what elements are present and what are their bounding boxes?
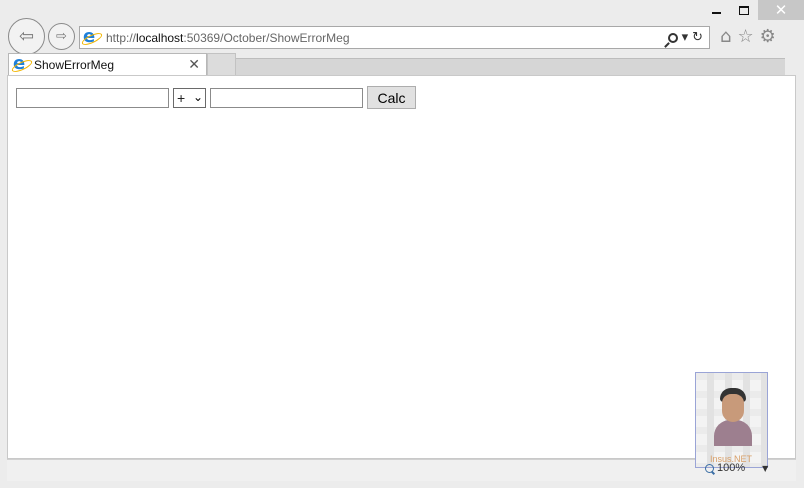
chevron-down-icon: ⌄ xyxy=(192,89,203,104)
search-dropdown-icon[interactable]: ▾ xyxy=(682,30,689,45)
tab-showerrormeg[interactable]: e ShowErrorMeg ✕ xyxy=(8,53,207,76)
calc-form: + ⌄ Calc xyxy=(16,86,416,109)
avatar xyxy=(714,388,752,446)
zoom-level: 100% xyxy=(717,462,746,474)
address-actions: ▾ ↻ xyxy=(667,30,709,45)
ie-logo-icon: e xyxy=(80,26,104,47)
maximize-icon xyxy=(739,5,749,15)
maximize-button[interactable] xyxy=(730,0,758,20)
back-button[interactable]: ⇦ xyxy=(8,18,45,55)
zoom-dropdown-icon[interactable]: ▼ xyxy=(762,464,768,473)
address-bar[interactable]: e http://localhost:50369/October/ShowErr… xyxy=(79,26,710,49)
tools-gear-icon[interactable]: ⚙ xyxy=(760,26,776,47)
forward-arrow-icon: ⇨ xyxy=(56,29,67,44)
refresh-icon[interactable]: ↻ xyxy=(692,30,703,45)
tab-title: ShowErrorMeg xyxy=(34,58,115,72)
url-prefix: http:// xyxy=(106,30,137,45)
operator-value: + xyxy=(177,89,186,106)
close-icon: ✕ xyxy=(774,1,788,19)
minimize-button[interactable] xyxy=(702,0,730,20)
photo-overlay: Insus.NET xyxy=(695,372,768,468)
tab-close-icon[interactable]: ✕ xyxy=(188,57,200,73)
url-host: localhost xyxy=(136,30,184,45)
close-window-button[interactable]: ✕ xyxy=(758,0,804,20)
first-number-input[interactable] xyxy=(16,87,169,108)
minimize-icon xyxy=(711,12,721,14)
forward-button[interactable]: ⇨ xyxy=(48,23,75,50)
zoom-control[interactable]: 100% ▼ xyxy=(705,462,768,474)
window-controls: ✕ xyxy=(702,0,804,20)
zoom-icon xyxy=(705,463,714,473)
url-text[interactable]: http://localhost:50369/October/ShowError… xyxy=(106,31,350,45)
new-tab-button[interactable] xyxy=(207,53,236,76)
status-bar xyxy=(7,459,796,481)
home-icon[interactable]: ⌂ xyxy=(720,26,731,47)
browser-toolbar: ⌂ ☆ ⚙ xyxy=(720,26,776,47)
favorites-star-icon[interactable]: ☆ xyxy=(737,26,753,47)
back-arrow-icon: ⇦ xyxy=(18,26,35,47)
tab-favicon-icon: e xyxy=(10,53,34,75)
url-path: :50369/October/ShowErrorMeg xyxy=(183,30,350,45)
tab-strip xyxy=(236,58,785,75)
calc-button[interactable]: Calc xyxy=(367,86,416,109)
second-number-input[interactable] xyxy=(210,87,363,108)
operator-select[interactable]: + ⌄ xyxy=(173,87,206,108)
search-icon[interactable] xyxy=(667,32,678,43)
page-content: + ⌄ Calc xyxy=(7,75,796,459)
